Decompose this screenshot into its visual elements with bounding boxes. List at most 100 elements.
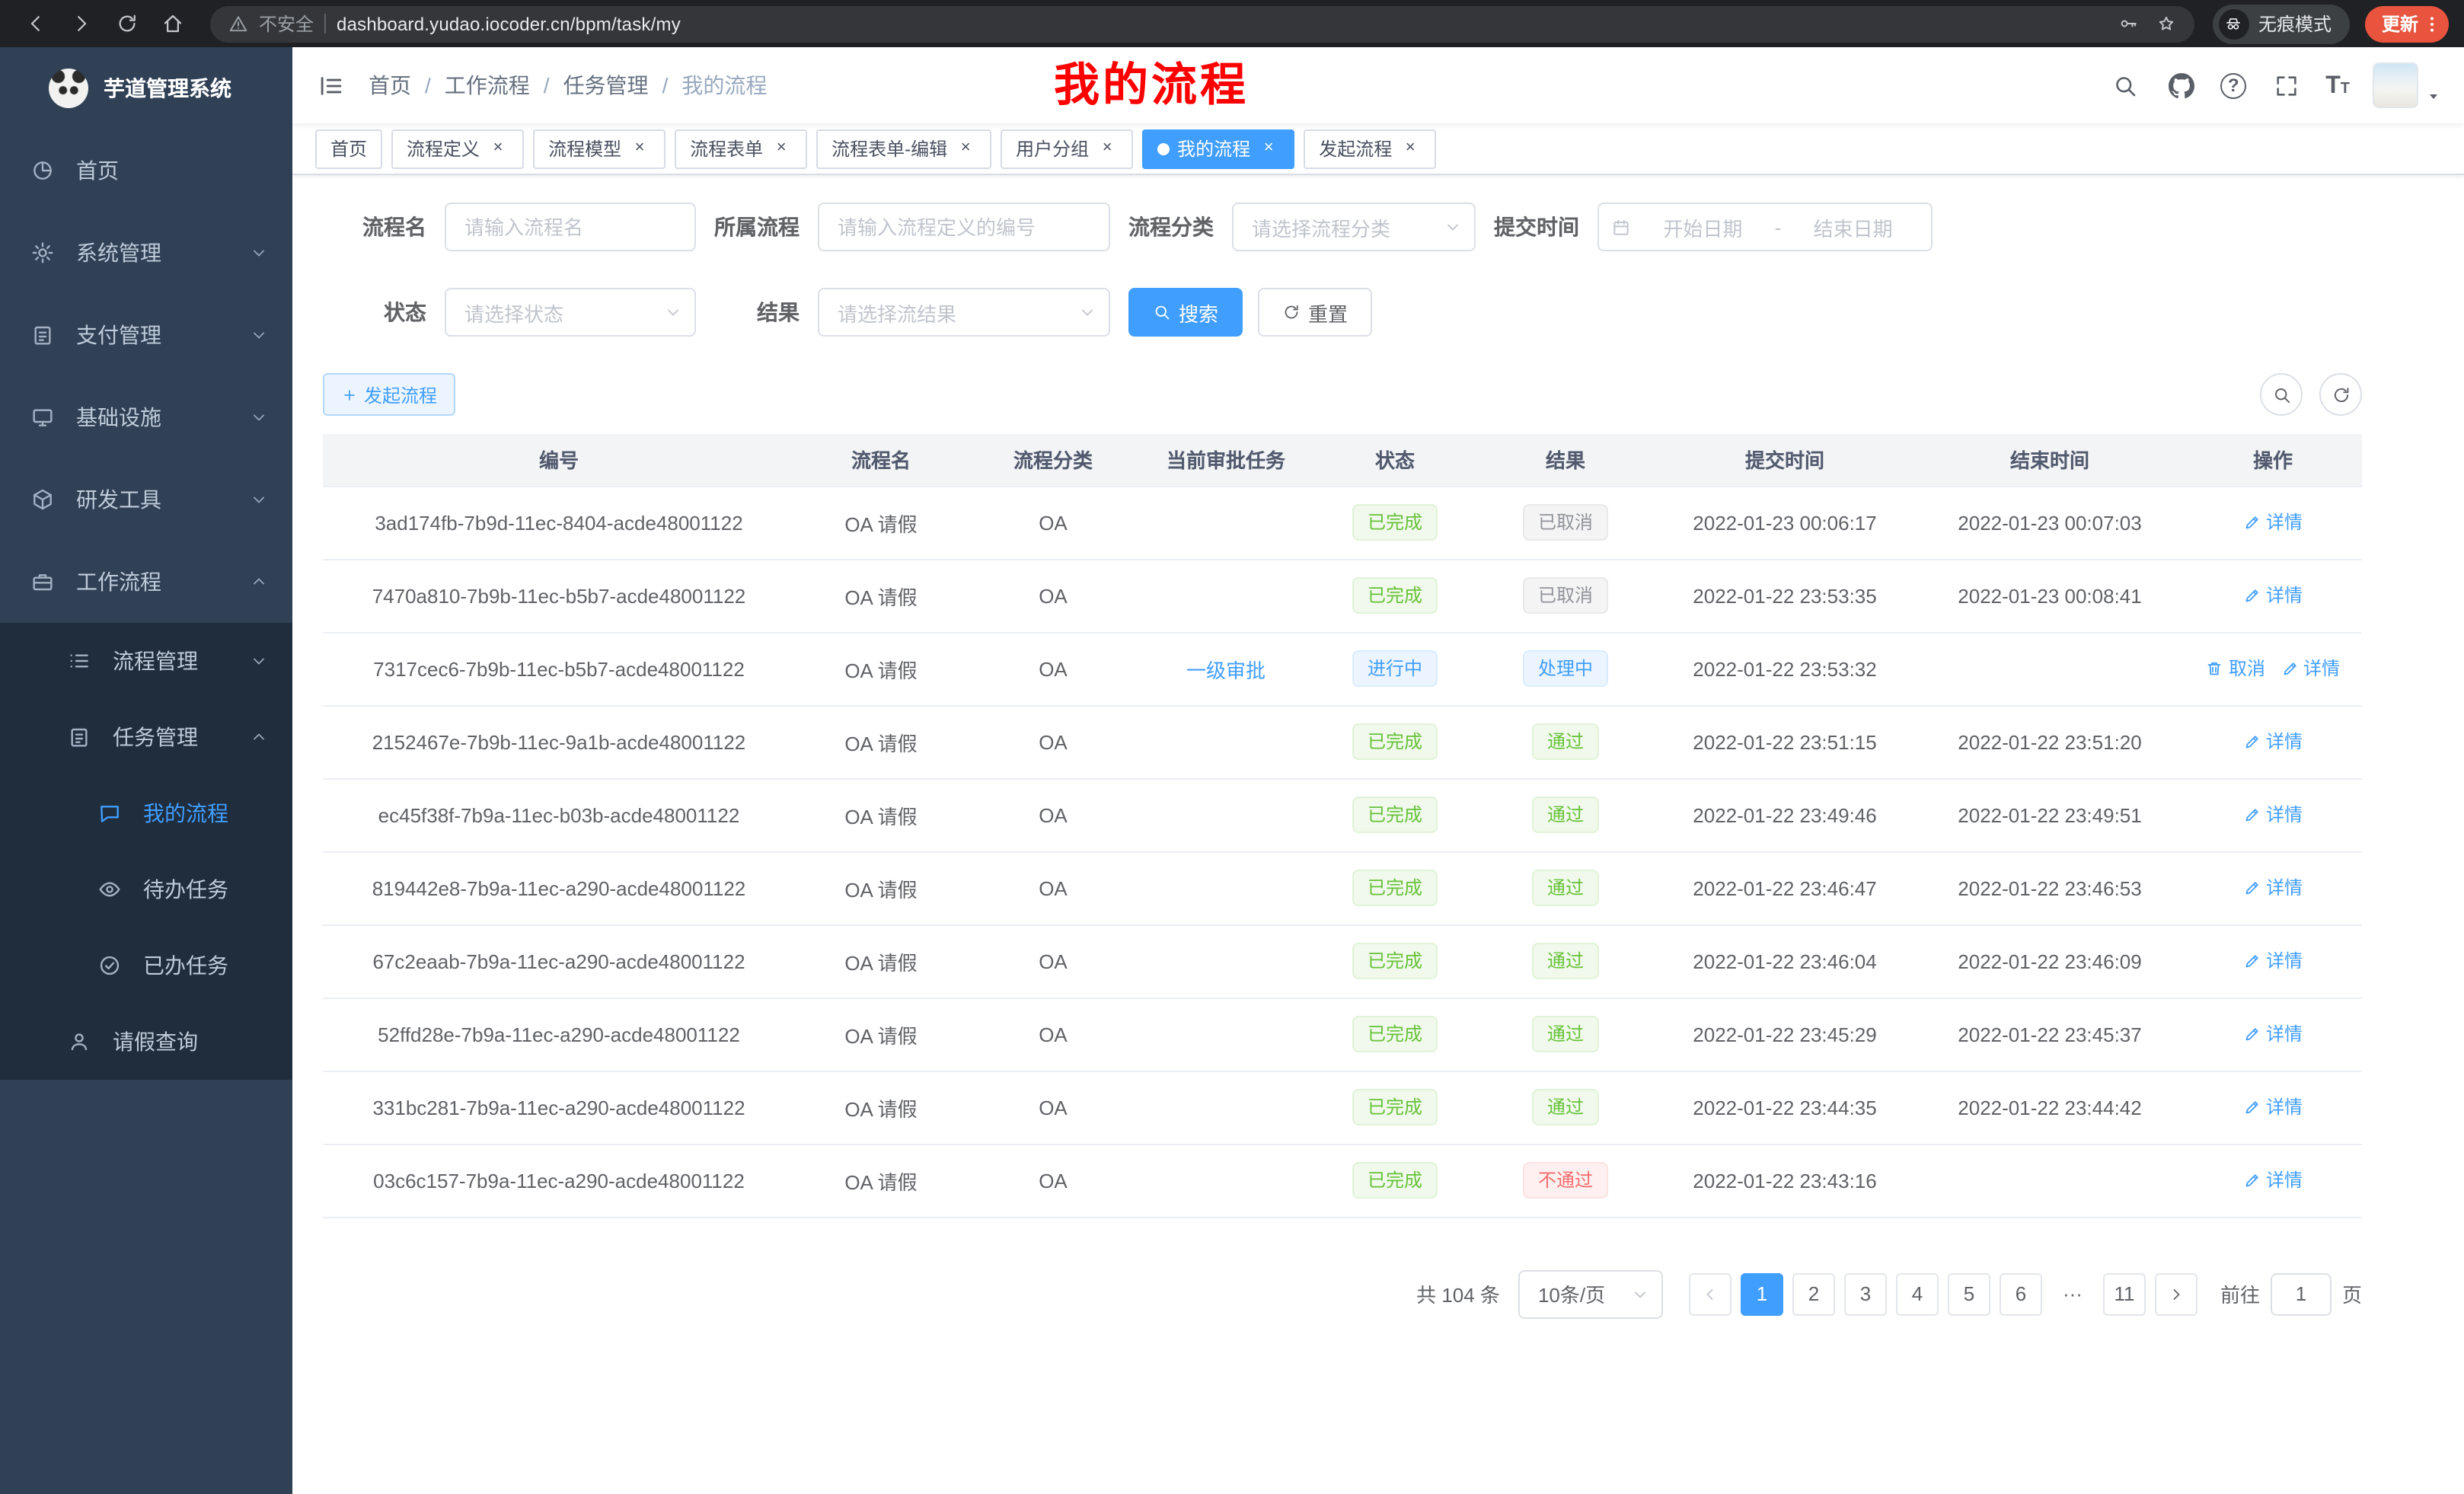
user-menu[interactable]: [2373, 62, 2443, 108]
page-button[interactable]: 4: [1896, 1272, 1939, 1315]
breadcrumb-separator: /: [425, 73, 431, 97]
page-button[interactable]: 6: [2000, 1272, 2042, 1315]
tags-view: 首页 流程定义× 流程模型× 流程表单× 流程表单-编辑× 用户分组× 我的流程…: [292, 123, 2464, 175]
cell-id: 819442e8-7b9a-11ec-a290-acde48001122: [323, 851, 795, 924]
detail-link[interactable]: 详情: [2280, 656, 2340, 682]
browser-forward-button[interactable]: [61, 4, 101, 43]
goto-page-input[interactable]: [2271, 1272, 2332, 1315]
cube-icon: [30, 487, 55, 512]
font-size-icon[interactable]: [2325, 74, 2350, 97]
detail-link[interactable]: 详情: [2243, 729, 2303, 755]
tab-home[interactable]: 首页: [315, 129, 382, 168]
search-button[interactable]: 搜索: [1128, 288, 1243, 337]
incognito-badge[interactable]: 无痕模式: [2213, 4, 2350, 43]
close-icon[interactable]: ×: [1096, 138, 1118, 159]
sidebar-item-workflow[interactable]: 工作流程: [0, 541, 292, 623]
detail-link[interactable]: 详情: [2243, 509, 2303, 535]
process-name-input[interactable]: [445, 203, 696, 251]
breadcrumb-task-management[interactable]: 任务管理: [563, 70, 649, 101]
result-badge: 不通过: [1523, 1162, 1608, 1199]
page-button[interactable]: 1: [1741, 1272, 1783, 1315]
close-icon[interactable]: ×: [1400, 138, 1421, 159]
next-page-button[interactable]: [2155, 1272, 2197, 1315]
detail-link[interactable]: 详情: [2243, 1167, 2303, 1193]
bookmark-star-icon[interactable]: [2156, 14, 2176, 34]
page-button[interactable]: 5: [1948, 1272, 1990, 1315]
prev-page-button[interactable]: [1689, 1272, 1732, 1315]
tab-user-group[interactable]: 用户分组×: [1001, 129, 1133, 168]
tab-process-model[interactable]: 流程模型×: [533, 129, 665, 168]
more-pages-button[interactable]: ···: [2051, 1272, 2094, 1315]
sidebar-item-todo-tasks[interactable]: 待办任务: [0, 851, 292, 927]
chevron-down-icon: [250, 652, 268, 670]
tab-start-process[interactable]: 发起流程×: [1304, 129, 1436, 168]
status-select[interactable]: 请选择状态: [445, 288, 696, 337]
sidebar-item-process-management[interactable]: 流程管理: [0, 623, 292, 699]
browser-back-button[interactable]: [15, 4, 55, 43]
sidebar-item-infrastructure[interactable]: 基础设施: [0, 376, 292, 458]
sidebar-item-devtools[interactable]: 研发工具: [0, 458, 292, 541]
sidebar-item-system[interactable]: 系统管理: [0, 212, 292, 294]
toggle-search-button[interactable]: [2260, 373, 2303, 416]
chevron-down-icon: [1631, 1285, 1649, 1303]
page-button[interactable]: 3: [1844, 1272, 1887, 1315]
category-select[interactable]: 请选择流程分类: [1232, 203, 1476, 251]
refresh-table-button[interactable]: [2319, 373, 2362, 416]
detail-link[interactable]: 详情: [2243, 1094, 2303, 1120]
date-range-picker[interactable]: 开始日期 - 结束日期: [1597, 203, 1933, 251]
cell-id: 03c6c157-7b9a-11ec-a290-acde48001122: [323, 1144, 795, 1217]
tab-my-process[interactable]: 我的流程×: [1142, 129, 1294, 168]
detail-link[interactable]: 详情: [2243, 583, 2303, 608]
breadcrumb-workflow[interactable]: 工作流程: [445, 70, 530, 101]
detail-link[interactable]: 详情: [2243, 1021, 2303, 1047]
filter-row-2: 状态 请选择状态 结果 请选择流结果 搜索: [323, 288, 2362, 337]
browser-reload-button[interactable]: [107, 4, 146, 43]
search-icon[interactable]: [2108, 69, 2141, 102]
tab-process-form-edit[interactable]: 流程表单-编辑×: [816, 129, 991, 168]
sidebar-menu: 首页 系统管理 支付管理 基础设施: [0, 129, 292, 1080]
app-logo[interactable]: 芋道管理系统: [0, 47, 292, 129]
sidebar-item-label: 系统管理: [76, 238, 161, 268]
cell-result: 通过: [1477, 778, 1654, 851]
browser-home-button[interactable]: [152, 4, 192, 43]
sidebar-item-home[interactable]: 首页: [0, 129, 292, 212]
cell-status: 已完成: [1313, 998, 1477, 1071]
start-process-button[interactable]: 发起流程: [323, 373, 455, 416]
current-task-link[interactable]: 一级审批: [1186, 659, 1266, 682]
sidebar-item-task-management[interactable]: 任务管理: [0, 699, 292, 775]
detail-link[interactable]: 详情: [2243, 948, 2303, 974]
close-icon[interactable]: ×: [771, 138, 792, 159]
sidebar-item-leave-query[interactable]: 请假查询: [0, 1004, 292, 1080]
hamburger-toggle[interactable]: [292, 47, 369, 123]
range-separator: -: [1775, 215, 1782, 238]
address-bar[interactable]: 不安全 dashboard.yudao.iocoder.cn/bpm/task/…: [210, 5, 2194, 42]
cell-actions: 详情: [2184, 998, 2362, 1071]
sidebar-item-label: 支付管理: [76, 320, 161, 350]
detail-link[interactable]: 详情: [2243, 875, 2303, 901]
chevron-right-icon: [2167, 1285, 2185, 1303]
sidebar-item-done-tasks[interactable]: 已办任务: [0, 927, 292, 1004]
help-icon[interactable]: [2220, 72, 2246, 98]
close-icon[interactable]: ×: [487, 138, 509, 159]
fullscreen-icon[interactable]: [2269, 69, 2303, 102]
tab-process-definition[interactable]: 流程定义×: [391, 129, 524, 168]
cell-result: 通过: [1477, 851, 1654, 924]
sidebar-item-payment[interactable]: 支付管理: [0, 294, 292, 376]
cancel-link[interactable]: 取消: [2206, 656, 2265, 682]
page-button[interactable]: 2: [1792, 1272, 1835, 1315]
github-icon[interactable]: [2164, 69, 2197, 102]
page-size-select[interactable]: 10条/页: [1518, 1269, 1663, 1318]
sidebar-item-my-process[interactable]: 我的流程: [0, 775, 292, 851]
reset-button[interactable]: 重置: [1258, 288, 1372, 337]
close-icon[interactable]: ×: [955, 138, 976, 159]
browser-update-button[interactable]: 更新: [2365, 5, 2449, 42]
breadcrumb-home[interactable]: 首页: [369, 70, 411, 101]
result-select[interactable]: 请选择流结果: [818, 288, 1110, 337]
tab-process-form[interactable]: 流程表单×: [675, 129, 807, 168]
parent-process-input[interactable]: [818, 203, 1110, 251]
page-button[interactable]: 11: [2103, 1272, 2146, 1315]
password-key-icon[interactable]: [2118, 14, 2138, 34]
detail-link[interactable]: 详情: [2243, 802, 2303, 828]
close-icon[interactable]: ×: [629, 138, 650, 159]
close-icon[interactable]: ×: [1258, 138, 1279, 159]
